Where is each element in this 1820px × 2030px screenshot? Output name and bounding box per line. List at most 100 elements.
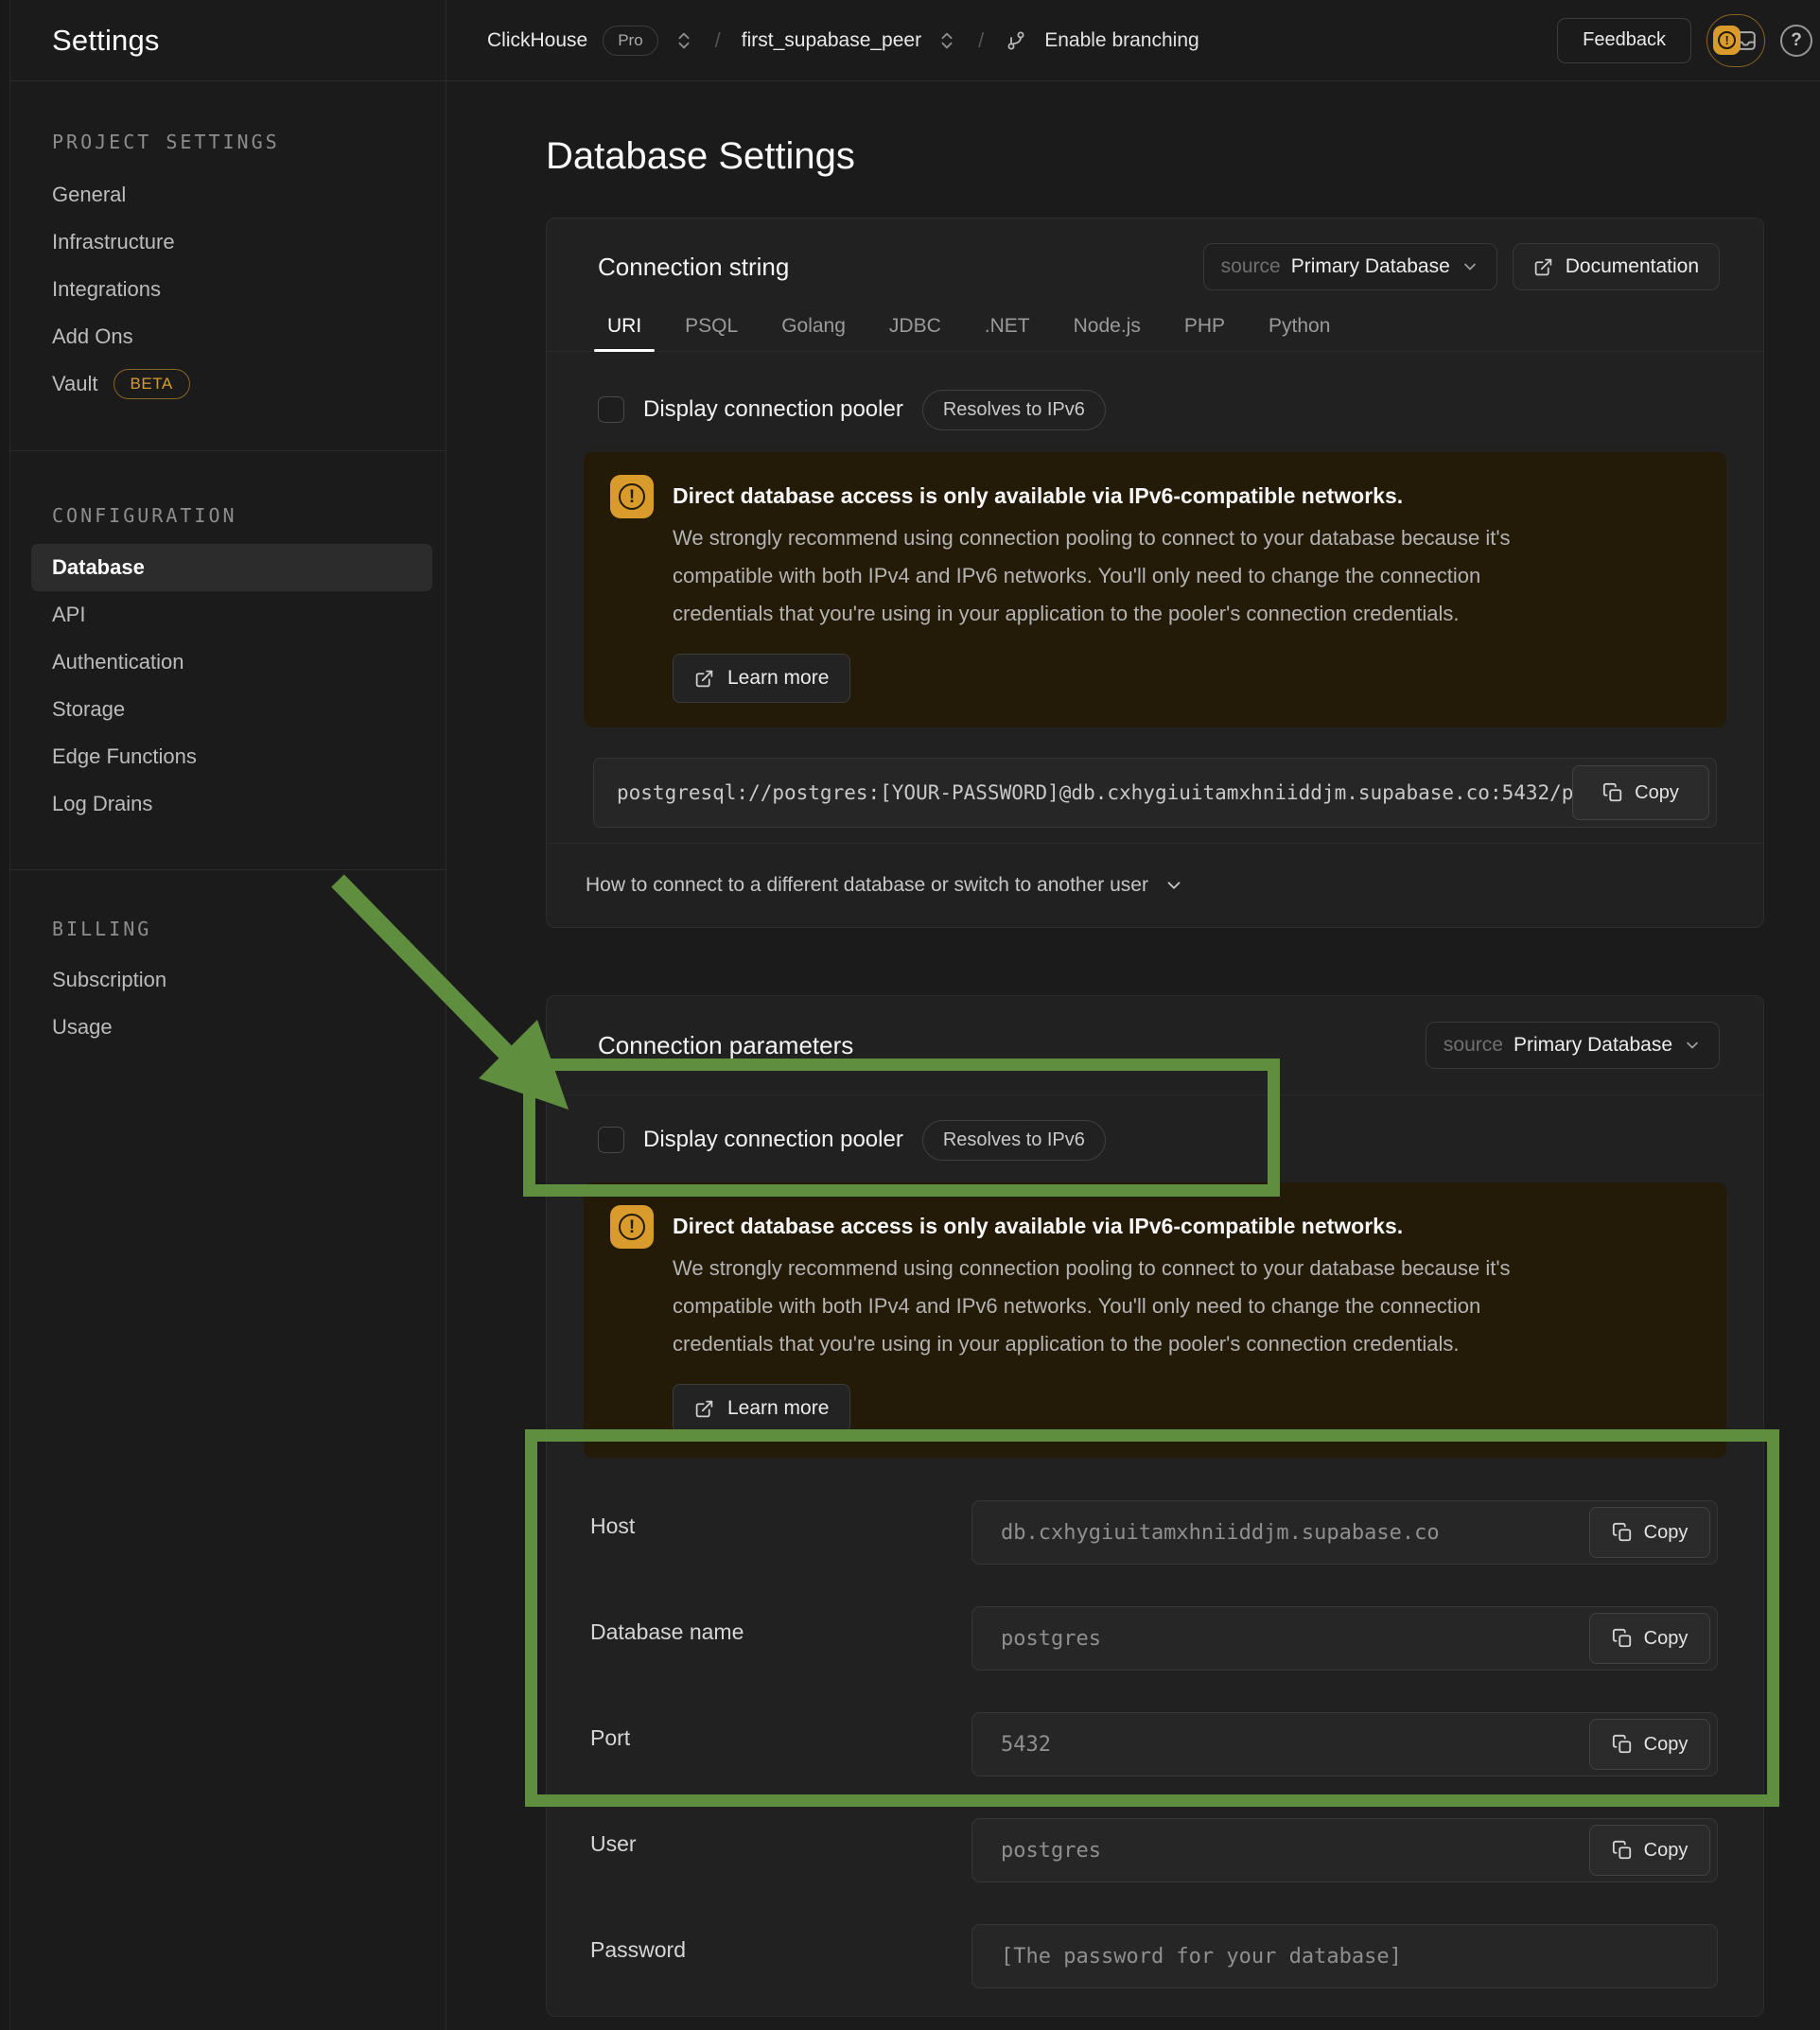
sidebar-item-edge-functions[interactable]: Edge Functions	[10, 733, 446, 780]
database-name-label: Database name	[590, 1606, 971, 1671]
callout-body: We strongly recommend using connection p…	[673, 519, 1573, 633]
documentation-button[interactable]: Documentation	[1513, 243, 1720, 290]
port-row: Port 5432 Copy	[590, 1712, 1718, 1776]
tab-jdbc[interactable]: JDBC	[887, 306, 943, 351]
help-icon[interactable]: ?	[1780, 25, 1812, 57]
sidebar-item-api[interactable]: API	[10, 591, 446, 639]
warning-icon: !	[610, 1205, 654, 1249]
header-actions: Feedback ! ?	[1557, 0, 1820, 80]
port-value-box: 5432 Copy	[971, 1712, 1718, 1776]
sidebar-item-usage[interactable]: Usage	[10, 1004, 446, 1051]
source-select[interactable]: source Primary Database	[1203, 243, 1497, 290]
database-name-value-box: postgres Copy	[971, 1606, 1718, 1671]
plan-badge: Pro	[603, 26, 657, 56]
database-name-value: postgres	[1001, 1627, 1101, 1651]
sidebar-item-integrations[interactable]: Integrations	[10, 266, 446, 313]
user-row: User postgres Copy	[590, 1818, 1718, 1882]
host-value: db.cxhygiuitamxhniiddjm.supabase.co	[1001, 1521, 1440, 1545]
main-content: Database Settings Connection string sour…	[447, 81, 1820, 2030]
chevron-down-icon	[1461, 257, 1479, 276]
callout-body: We strongly recommend using connection p…	[673, 1250, 1573, 1363]
source-select[interactable]: source Primary Database	[1426, 1022, 1720, 1069]
host-row: Host db.cxhygiuitamxhniiddjm.supabase.co…	[590, 1500, 1718, 1565]
copy-host-button[interactable]: Copy	[1589, 1507, 1710, 1558]
sidebar-section-project-settings: PROJECT SETTINGS	[52, 129, 446, 155]
tab-dotnet[interactable]: .NET	[983, 306, 1032, 351]
display-connection-pooler-checkbox[interactable]	[598, 1127, 624, 1153]
pooler-row: Display connection pooler Resolves to IP…	[598, 388, 1763, 431]
org-switcher-icon[interactable]	[674, 30, 694, 51]
connection-string-header: Connection string source Primary Databas…	[547, 219, 1763, 290]
sidebar-item-general[interactable]: General	[10, 171, 446, 219]
external-link-icon	[1533, 257, 1553, 277]
breadcrumb-separator: /	[972, 28, 989, 53]
copy-database-name-button[interactable]: Copy	[1589, 1613, 1710, 1664]
enable-branching-button[interactable]: Enable branching	[1044, 29, 1199, 52]
tab-uri[interactable]: URI	[605, 306, 643, 351]
tab-psql[interactable]: PSQL	[683, 306, 740, 351]
password-placeholder: [The password for your database]	[1001, 1945, 1402, 1969]
alert-badge-icon: !	[1713, 26, 1741, 55]
callout-title: Direct database access is only available…	[673, 1205, 1573, 1242]
sidebar-item-subscription[interactable]: Subscription	[10, 956, 446, 1004]
tab-nodejs[interactable]: Node.js	[1072, 306, 1143, 351]
how-to-connect-expander[interactable]: How to connect to a different database o…	[547, 844, 1763, 927]
sidebar-item-log-drains[interactable]: Log Drains	[10, 780, 446, 828]
sidebar-item-add-ons[interactable]: Add Ons	[10, 313, 446, 360]
sidebar-item-infrastructure[interactable]: Infrastructure	[10, 219, 446, 266]
breadcrumb-separator: /	[709, 28, 726, 53]
connection-string-tabs: URI PSQL Golang JDBC .NET Node.js PHP Py…	[547, 306, 1763, 352]
external-link-icon	[694, 1399, 714, 1419]
learn-more-button[interactable]: Learn more	[673, 654, 850, 703]
git-branch-icon	[1005, 29, 1027, 52]
sidebar-section-billing: BILLING	[52, 916, 446, 942]
database-name-row: Database name postgres Copy	[590, 1606, 1718, 1671]
port-value: 5432	[1001, 1733, 1051, 1757]
tab-python[interactable]: Python	[1267, 306, 1332, 351]
warning-icon: !	[610, 475, 654, 518]
sidebar-item-authentication[interactable]: Authentication	[10, 639, 446, 686]
pooler-label: Display connection pooler	[643, 1127, 903, 1153]
copy-icon	[1602, 782, 1623, 803]
left-edge-rail	[0, 0, 10, 2030]
pooler-row: Display connection pooler Resolves to IP…	[598, 1118, 1763, 1162]
user-value-box: postgres Copy	[971, 1818, 1718, 1882]
password-label: Password	[590, 1924, 971, 1988]
user-value: postgres	[1001, 1839, 1101, 1863]
beta-badge: BETA	[114, 369, 190, 399]
header-settings-area: Settings	[10, 0, 446, 80]
chevron-down-icon	[1164, 875, 1184, 896]
breadcrumb-project[interactable]: first_supabase_peer	[742, 29, 921, 52]
connection-uri-box: postgresql://postgres:[YOUR-PASSWORD]@db…	[593, 758, 1717, 828]
user-label: User	[590, 1818, 971, 1882]
password-value-box[interactable]: [The password for your database]	[971, 1924, 1718, 1988]
display-connection-pooler-checkbox[interactable]	[598, 396, 624, 423]
notifications-button[interactable]: !	[1706, 14, 1765, 67]
copy-icon	[1612, 1628, 1633, 1649]
tab-php[interactable]: PHP	[1182, 306, 1227, 351]
callout-content: Direct database access is only available…	[673, 475, 1573, 703]
sidebar-item-database[interactable]: Database	[31, 544, 432, 591]
ipv6-warning-callout: ! Direct database access is only availab…	[584, 452, 1726, 727]
connection-parameters-title: Connection parameters	[598, 1031, 853, 1060]
resolves-to-ipv6-badge: Resolves to IPv6	[922, 390, 1106, 430]
sidebar-section-configuration: CONFIGURATION	[52, 502, 446, 529]
callout-content: Direct database access is only available…	[673, 1205, 1573, 1433]
breadcrumb: ClickHouse Pro / first_supabase_peer / E…	[446, 0, 1557, 80]
resolves-to-ipv6-badge: Resolves to IPv6	[922, 1120, 1106, 1161]
tab-golang[interactable]: Golang	[779, 306, 848, 351]
copy-user-button[interactable]: Copy	[1589, 1825, 1710, 1876]
copy-port-button[interactable]: Copy	[1589, 1719, 1710, 1770]
settings-sidebar: PROJECT SETTINGS General Infrastructure …	[10, 81, 446, 2030]
connection-string-card: Connection string source Primary Databas…	[546, 218, 1764, 928]
sidebar-list-billing: Subscription Usage	[10, 956, 446, 1051]
copy-uri-button[interactable]: Copy	[1572, 765, 1709, 820]
project-switcher-icon[interactable]	[936, 30, 957, 51]
feedback-button[interactable]: Feedback	[1557, 18, 1691, 63]
breadcrumb-org[interactable]: ClickHouse	[487, 29, 587, 52]
learn-more-button[interactable]: Learn more	[673, 1384, 850, 1433]
sidebar-item-vault[interactable]: Vault BETA	[10, 360, 446, 408]
copy-icon	[1612, 1840, 1633, 1861]
connection-parameters-header: Connection parameters source Primary Dat…	[547, 996, 1763, 1095]
sidebar-item-storage[interactable]: Storage	[10, 686, 446, 733]
